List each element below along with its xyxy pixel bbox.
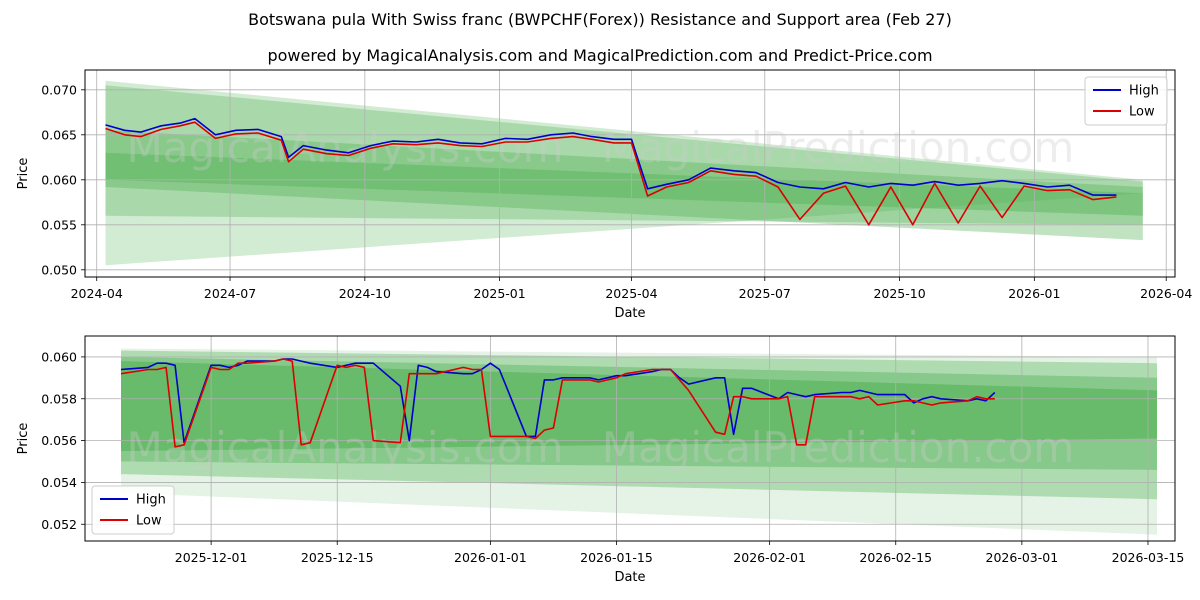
x-tick-label: 2025-01 (473, 286, 525, 301)
x-tick-label: 2024-04 (71, 286, 123, 301)
y-tick-label: 0.065 (41, 127, 77, 142)
x-tick-label: 2025-07 (739, 286, 791, 301)
x-tick-label: 2026-03-01 (986, 550, 1059, 565)
y-tick-label: 0.050 (41, 262, 77, 277)
watermark-text: MagicalPrediction.com (602, 123, 1075, 172)
chart-panel-2: 2025-12-01 2025-12-15 2026-01-01 2026-01-15… (16, 335, 1185, 585)
y-tick-label: 0.055 (41, 217, 77, 232)
x-tick-label: 2026-01-01 (454, 550, 527, 565)
y-tick-label: 0.052 (41, 517, 77, 532)
x-tick-label: 2026-03-15 (1112, 550, 1185, 565)
chart-canvas: 2024-04 2024-07 2024-10 2025-01 2025-04 2025-… (16, 69, 1192, 585)
x-tick-label: 2026-02-15 (859, 550, 932, 565)
watermark-text: MagicalAnalysis.com (127, 423, 564, 472)
x-tick-label: 2025-12-15 (301, 550, 374, 565)
y-axis-label: Price (16, 423, 31, 455)
band-group (105, 80, 1143, 266)
x-tick-label: 2026-01-15 (580, 550, 653, 565)
legend-label-low: Low (136, 514, 162, 529)
x-tick-label: 2026-01 (1008, 286, 1060, 301)
x-axis-label: Date (614, 306, 645, 321)
x-tick-label: 2024-10 (339, 286, 391, 301)
y-tick-label: 0.060 (41, 349, 77, 364)
y-tick-label: 0.056 (41, 433, 77, 448)
x-tick-label: 2025-12-01 (175, 550, 248, 565)
legend: High Low (91, 485, 175, 535)
x-tick-label: 2026-02-01 (733, 550, 806, 565)
watermark-text: MagicalAnalysis.com (127, 123, 564, 172)
chart-figure: Botswana pula With Swiss franc (BWPCHF(F… (0, 0, 1200, 600)
legend: High Low (1084, 76, 1168, 126)
x-tick-label: 2025-04 (605, 286, 657, 301)
x-tick-label: 2024-07 (204, 286, 256, 301)
legend-label-low: Low (1129, 105, 1155, 120)
y-axis-label: Price (16, 158, 31, 190)
y-tick-label: 0.070 (41, 82, 77, 97)
chart-panel-1: 2024-04 2024-07 2024-10 2025-01 2025-04 2025-… (16, 69, 1192, 321)
legend-label-high: High (136, 493, 166, 508)
x-tick-label: 2025-10 (873, 286, 925, 301)
watermark-text: MagicalPrediction.com (602, 423, 1075, 472)
y-tick-label: 0.054 (41, 475, 77, 490)
x-tick-label: 2026-04 (1140, 286, 1192, 301)
x-axis-label: Date (614, 570, 645, 585)
y-tick-label: 0.058 (41, 391, 77, 406)
legend-label-high: High (1129, 84, 1159, 99)
y-tick-label: 0.060 (41, 172, 77, 187)
